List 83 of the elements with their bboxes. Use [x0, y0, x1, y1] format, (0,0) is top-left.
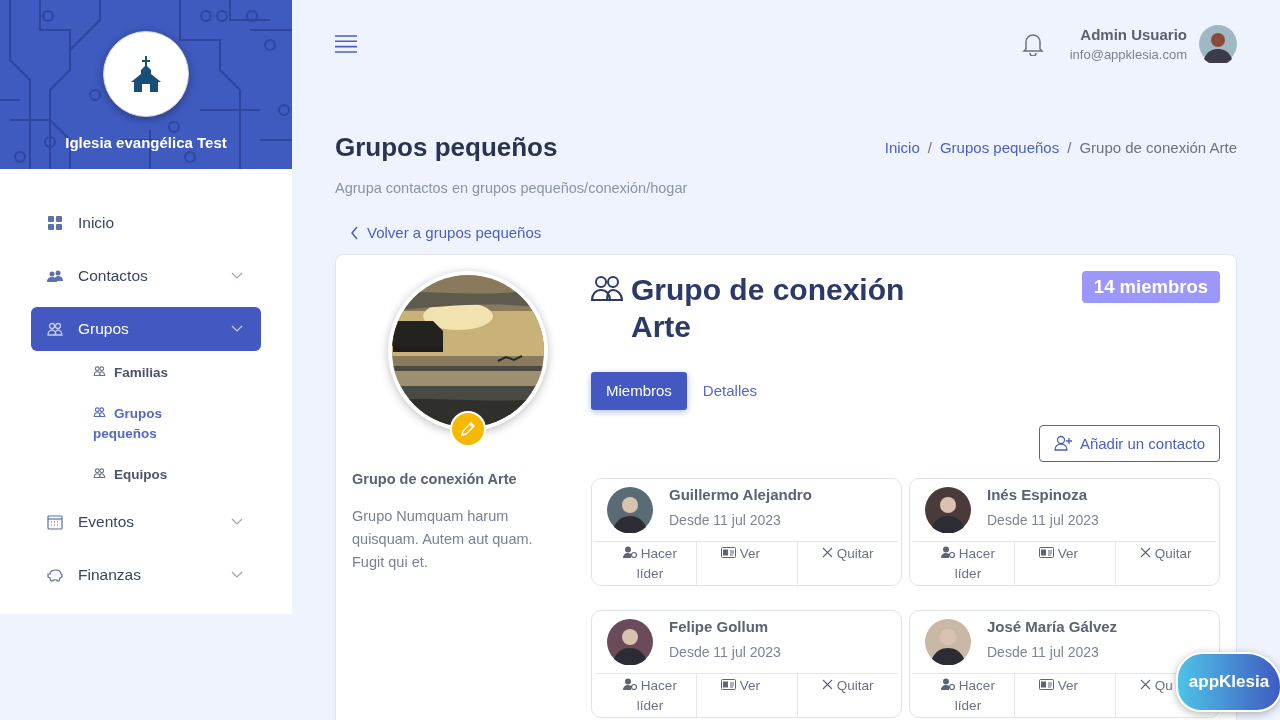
- member-action[interactable]: Quitar: [822, 543, 874, 564]
- member-action[interactable]: Quitar: [1140, 543, 1192, 564]
- group-icon: [591, 274, 623, 301]
- id-card-icon: [1039, 546, 1054, 558]
- breadcrumb-link[interactable]: Inicio: [884, 139, 920, 156]
- breadcrumb-separator: /: [1067, 139, 1072, 156]
- sidebar-subitem[interactable]: Familias: [93, 357, 193, 389]
- nav-icon: [47, 268, 63, 284]
- member-avatar: [925, 618, 971, 665]
- member-action[interactable]: Ver: [721, 543, 760, 564]
- member-action[interactable]: Ver: [1039, 675, 1078, 696]
- user-gear-icon: [941, 545, 956, 558]
- member-avatar: [607, 486, 653, 533]
- member-avatar: [925, 486, 971, 533]
- chevron-left-icon: [350, 225, 359, 240]
- tab[interactable]: Detalles: [692, 371, 768, 410]
- group-description: Grupo Numquam harum quisquam. Autem aut quam. Fugit qui et.: [352, 506, 534, 572]
- close-icon: [1140, 678, 1151, 690]
- edit-photo-button[interactable]: [449, 410, 486, 447]
- sidebar-item[interactable]: Grupos: [31, 307, 261, 351]
- chevron-down-icon: [231, 518, 243, 526]
- sidebar-subitem[interactable]: Grupos pequeños: [93, 398, 193, 450]
- page-subtitle: Agrupa contactos en grupos pequeños/conexión/hogar: [335, 180, 689, 196]
- member-since: Desde 11 jul 2023: [987, 643, 1100, 660]
- member-action[interactable]: Ver: [721, 675, 760, 696]
- bell-icon[interactable]: [1021, 32, 1044, 56]
- app-logo: appKlesia: [1176, 652, 1280, 712]
- menu-icon[interactable]: [335, 35, 357, 53]
- member-since: Desde 11 jul 2023: [987, 511, 1099, 528]
- group-icon: [93, 467, 106, 479]
- group-title: Grupo de conexión Arte: [631, 271, 906, 345]
- member-name: Inés Espinoza: [987, 485, 1089, 503]
- tab[interactable]: Miembros: [591, 371, 687, 410]
- church-name: Iglesia evangélica Test: [65, 134, 227, 151]
- breadcrumb-current: Grupo de conexión Arte: [1079, 139, 1237, 156]
- group-name: Grupo de conexión Arte: [352, 470, 518, 487]
- page-title: Grupos pequeños: [335, 132, 558, 163]
- id-card-icon: [1039, 678, 1054, 690]
- user-gear-icon: [623, 677, 638, 690]
- group-icon: [93, 365, 106, 377]
- member-since: Desde 11 jul 2023: [669, 643, 781, 660]
- id-card-icon: [721, 546, 736, 558]
- sidebar-item[interactable]: Finanzas: [31, 553, 261, 597]
- member-name: Felipe Gollum: [669, 617, 770, 635]
- chevron-down-icon: [231, 325, 243, 333]
- member-avatar: [607, 618, 653, 665]
- user-gear-icon: [623, 545, 638, 558]
- id-card-icon: [721, 678, 736, 690]
- user-avatar[interactable]: [1199, 25, 1237, 63]
- member-action[interactable]: Hacer líder: [937, 543, 999, 584]
- add-user-icon: [1053, 435, 1072, 451]
- breadcrumb-link[interactable]: Grupos pequeños: [939, 139, 1060, 156]
- member-action[interactable]: Hacer líder: [619, 543, 681, 584]
- member-action[interactable]: Qu: [1140, 675, 1173, 696]
- nav-icon: [47, 567, 63, 583]
- close-icon: [822, 678, 833, 690]
- close-icon: [822, 546, 833, 558]
- chevron-down-icon: [231, 272, 243, 280]
- sidebar-item[interactable]: Inicio: [31, 201, 261, 245]
- add-contact-button[interactable]: Añadir un contacto: [1038, 424, 1220, 462]
- breadcrumb-separator: /: [927, 139, 932, 156]
- user-gear-icon: [941, 677, 956, 690]
- sidebar-subitem[interactable]: Equipos: [93, 459, 193, 491]
- member-action[interactable]: Ver: [1039, 543, 1078, 564]
- nav-icon: [47, 514, 63, 530]
- nav-icon: [47, 321, 63, 337]
- church-icon: [131, 56, 161, 92]
- back-link[interactable]: Volver a grupos pequeños: [350, 224, 542, 241]
- sidebar-item[interactable]: Eventos: [31, 500, 261, 544]
- user-name: Admin Usuario: [1079, 26, 1187, 43]
- chevron-down-icon: [231, 571, 243, 579]
- group-icon: [93, 406, 106, 418]
- member-name: José María Gálvez: [987, 617, 1118, 635]
- sidebar-item[interactable]: Contactos: [31, 254, 261, 298]
- member-action[interactable]: Hacer líder: [937, 675, 999, 716]
- member-count-badge: 14 miembros: [1081, 270, 1220, 303]
- close-icon: [1140, 546, 1151, 558]
- member-action[interactable]: Hacer líder: [619, 675, 681, 716]
- user-email: info@appklesia.com: [1069, 47, 1187, 62]
- member-action[interactable]: Quitar: [822, 675, 874, 696]
- nav-icon: [47, 215, 63, 231]
- member-name: Guillermo Alejandro: [669, 485, 812, 503]
- member-since: Desde 11 jul 2023: [669, 511, 782, 528]
